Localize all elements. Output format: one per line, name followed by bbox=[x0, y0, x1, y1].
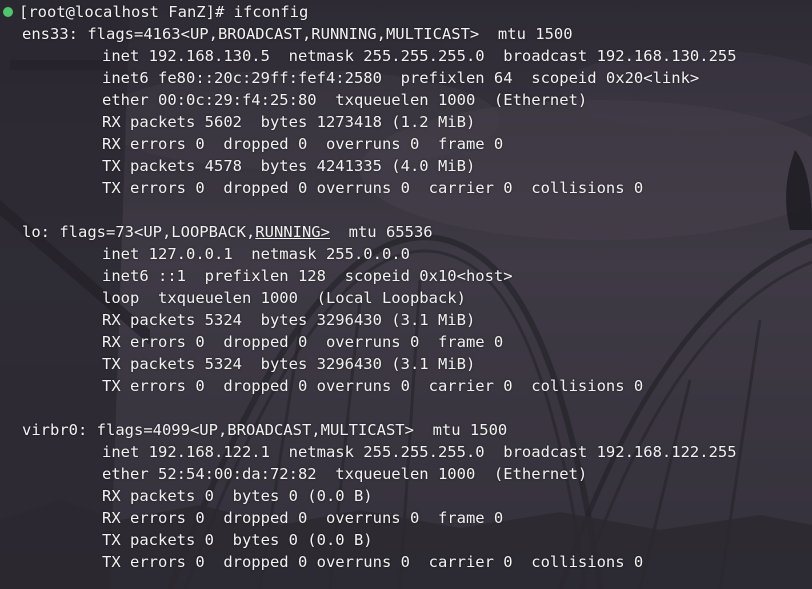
ens33-inet: inet 192.168.130.5 netmask 255.255.255.0… bbox=[102, 47, 737, 65]
ens33-header: ens33: flags=4163<UP,BROADCAST,RUNNING,M… bbox=[22, 25, 573, 43]
ens33-tx-packets: TX packets 4578 bytes 4241335 (4.0 MiB) bbox=[102, 157, 476, 175]
lo-tx-errors: TX errors 0 dropped 0 overruns 0 carrier… bbox=[102, 377, 644, 395]
virbr0-ether: ether 52:54:00:da:72:82 txqueuelen 1000 … bbox=[102, 465, 588, 483]
command-prompt: [root@localhost FanZ]# ifconfig bbox=[19, 3, 309, 21]
lo-inet6: inet6 ::1 prefixlen 128 scopeid 0x10<hos… bbox=[102, 267, 513, 285]
command-prompt-line: [root@localhost FanZ]# ifconfig bbox=[0, 1, 308, 23]
lo-inet: inet 127.0.0.1 netmask 255.0.0.0 bbox=[102, 245, 410, 263]
ens33-rx-errors: RX errors 0 dropped 0 overruns 0 frame 0 bbox=[102, 135, 504, 153]
status-dot-icon bbox=[3, 7, 13, 17]
lo-header-suffix: mtu 65536 bbox=[329, 223, 433, 241]
lo-tx-packets: TX packets 5324 bytes 3296430 (3.1 MiB) bbox=[102, 355, 476, 373]
lo-rx-errors: RX errors 0 dropped 0 overruns 0 frame 0 bbox=[102, 333, 504, 351]
ens33-inet6: inet6 fe80::20c:29ff:fef4:2580 prefixlen… bbox=[102, 69, 700, 87]
virbr0-tx-errors: TX errors 0 dropped 0 overruns 0 carrier… bbox=[102, 553, 644, 571]
lo-loop: loop txqueuelen 1000 (Local Loopback) bbox=[102, 289, 466, 307]
lo-rx-packets: RX packets 5324 bytes 3296430 (3.1 MiB) bbox=[102, 311, 476, 329]
ens33-tx-errors: TX errors 0 dropped 0 overruns 0 carrier… bbox=[102, 179, 644, 197]
virbr0-rx-errors: RX errors 0 dropped 0 overruns 0 frame 0 bbox=[102, 509, 504, 527]
lo-header: lo: flags=73<UP,LOOPBACK,RUNNING> mtu 65… bbox=[22, 221, 433, 243]
ens33-rx-packets: RX packets 5602 bytes 1273418 (1.2 MiB) bbox=[102, 113, 476, 131]
virbr0-tx-packets: TX packets 0 bytes 0 (0.0 B) bbox=[102, 531, 373, 549]
lo-header-running: RUNNING> bbox=[255, 223, 330, 241]
virbr0-inet: inet 192.168.122.1 netmask 255.255.255.0… bbox=[102, 443, 737, 461]
lo-header-prefix: lo: flags=73<UP,LOOPBACK, bbox=[22, 223, 256, 241]
ens33-ether: ether 00:0c:29:f4:25:80 txqueuelen 1000 … bbox=[102, 91, 588, 109]
terminal-window[interactable]: [root@localhost FanZ]# ifconfig ens33: f… bbox=[0, 0, 812, 589]
virbr0-rx-packets: RX packets 0 bytes 0 (0.0 B) bbox=[102, 487, 373, 505]
virbr0-header: virbr0: flags=4099<UP,BROADCAST,MULTICAS… bbox=[22, 421, 508, 439]
